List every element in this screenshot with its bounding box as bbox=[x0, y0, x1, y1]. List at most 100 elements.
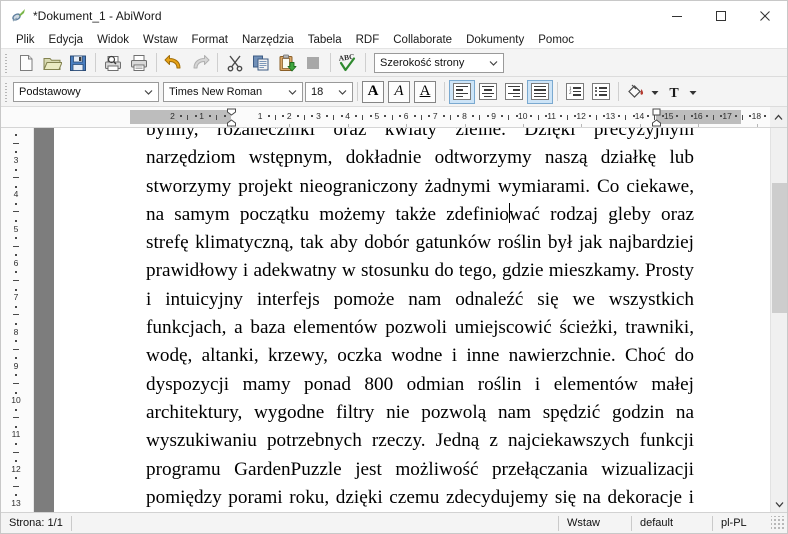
open-button[interactable] bbox=[39, 51, 65, 75]
highlight-color-dropdown[interactable] bbox=[649, 80, 661, 104]
copy-button[interactable] bbox=[248, 51, 274, 75]
bulleted-list-icon bbox=[592, 83, 610, 100]
vruler-tick-dot bbox=[15, 168, 17, 171]
vruler-tick-dot bbox=[15, 460, 17, 463]
window-controls bbox=[655, 1, 787, 31]
toolbar-grip[interactable] bbox=[3, 81, 10, 102]
copy-icon bbox=[251, 53, 271, 73]
menu-item-tabela[interactable]: Tabela bbox=[301, 31, 349, 49]
menu-bar: Plik Edycja Widok Wstaw Format Narzędzia… bbox=[1, 31, 787, 49]
align-left-button[interactable] bbox=[449, 79, 475, 104]
menu-item-wstaw[interactable]: Wstaw bbox=[136, 31, 185, 49]
ruler-tick-label: 16 bbox=[693, 111, 703, 121]
scroll-up-button[interactable] bbox=[770, 107, 787, 127]
menu-item-edycja[interactable]: Edycja bbox=[42, 31, 91, 49]
ruler-tick-label: 8 bbox=[462, 111, 467, 121]
minimize-button[interactable] bbox=[655, 1, 699, 31]
menu-item-dokumenty[interactable]: Dokumenty bbox=[459, 31, 531, 49]
format-painter-button[interactable] bbox=[300, 51, 326, 75]
vruler-tick-dot bbox=[15, 494, 17, 497]
ruler-tick-dot bbox=[588, 115, 591, 117]
redo-button[interactable] bbox=[187, 51, 213, 75]
menu-item-collaborate[interactable]: Collaborate bbox=[386, 31, 459, 49]
zoom-combo[interactable]: Szerokość strony bbox=[374, 52, 504, 73]
document-text[interactable]: byliny, różaneczniki oraz kwiaty zielne.… bbox=[146, 128, 694, 512]
toolbar-separator bbox=[156, 53, 157, 72]
vruler-tick-label: 10 bbox=[11, 395, 21, 406]
ruler-tick-dot bbox=[355, 115, 358, 117]
vruler-tick-dot bbox=[15, 271, 17, 274]
spellcheck-abc-icon: ABC bbox=[337, 53, 359, 73]
ruler-tick-dash bbox=[333, 115, 335, 120]
status-style[interactable]: default bbox=[632, 513, 712, 534]
menu-item-plik[interactable]: Plik bbox=[9, 31, 42, 49]
toolbar-grip[interactable] bbox=[3, 52, 10, 73]
menu-item-narzedzia[interactable]: Narzędzia bbox=[235, 31, 301, 49]
status-language[interactable]: pl-PL bbox=[713, 513, 771, 534]
menu-item-widok[interactable]: Widok bbox=[90, 31, 136, 49]
chevron-down-icon bbox=[288, 87, 297, 96]
right-indent-marker[interactable] bbox=[651, 108, 661, 127]
font-family-value: Times New Roman bbox=[169, 85, 263, 98]
print-button[interactable] bbox=[126, 51, 152, 75]
highlight-color-button[interactable] bbox=[623, 80, 649, 104]
toolbar-separator bbox=[618, 82, 619, 101]
ruler-tick-label: 18 bbox=[751, 111, 762, 121]
cut-button[interactable] bbox=[222, 51, 248, 75]
italic-button[interactable]: A bbox=[388, 80, 410, 103]
vertical-scrollbar[interactable] bbox=[770, 128, 787, 512]
align-justify-button[interactable] bbox=[527, 79, 553, 104]
vruler-tick-dash bbox=[13, 314, 19, 316]
menu-item-format[interactable]: Format bbox=[185, 31, 235, 49]
undo-button[interactable] bbox=[161, 51, 187, 75]
left-indent-marker[interactable] bbox=[226, 108, 236, 127]
align-center-button[interactable] bbox=[475, 80, 501, 104]
horizontal-ruler[interactable]: 2 1 1 2 3 4 5 6 7 8 9 10 11 12 13 14 15 16 17 18 bbox=[34, 107, 770, 127]
resize-grip[interactable] bbox=[771, 516, 785, 530]
menu-item-rdf[interactable]: RDF bbox=[349, 31, 387, 49]
print-preview-button[interactable] bbox=[100, 51, 126, 75]
maximize-button[interactable] bbox=[699, 1, 743, 31]
new-document-button[interactable] bbox=[13, 51, 39, 75]
align-right-icon bbox=[505, 83, 523, 100]
text-color-dropdown[interactable] bbox=[687, 80, 699, 104]
scroll-down-button[interactable] bbox=[771, 495, 788, 512]
document-page[interactable]: byliny, różaneczniki oraz kwiaty zielne.… bbox=[54, 128, 770, 512]
font-size-combo[interactable]: 18 bbox=[305, 81, 353, 102]
vertical-ruler[interactable]: 3 4 5 6 7 8 9 10 11 12 13 bbox=[1, 128, 34, 512]
ruler-bottom-mark bbox=[523, 124, 524, 127]
ruler-tick-dot bbox=[442, 115, 445, 117]
scrollbar-thumb[interactable] bbox=[772, 183, 787, 313]
align-right-button[interactable] bbox=[501, 80, 527, 104]
paragraph-style-combo[interactable]: Podstawowy bbox=[13, 81, 159, 102]
text-color-button[interactable]: T bbox=[661, 80, 687, 104]
close-button[interactable] bbox=[743, 1, 787, 31]
vruler-tick-dot bbox=[15, 185, 17, 188]
menu-item-pomoc[interactable]: Pomoc bbox=[531, 31, 581, 49]
ruler-tick-label: 1 bbox=[199, 111, 205, 121]
toolbar-separator bbox=[444, 82, 445, 101]
document-canvas[interactable]: byliny, różaneczniki oraz kwiaty zielne.… bbox=[34, 128, 770, 512]
spellcheck-button[interactable]: ABC bbox=[335, 51, 361, 75]
ruler-tick-label: 5 bbox=[374, 111, 380, 121]
vruler-tick-dot bbox=[15, 254, 17, 257]
underline-button[interactable]: A bbox=[414, 80, 436, 103]
save-button[interactable] bbox=[65, 51, 91, 75]
ruler-tick-label: 10 bbox=[518, 111, 528, 121]
abiword-window: *Dokument_1 - AbiWord Plik Edycja Widok … bbox=[0, 0, 788, 534]
vruler-tick-dot bbox=[15, 357, 17, 360]
print-preview-icon bbox=[103, 53, 123, 73]
status-insert-mode[interactable]: Wstaw bbox=[559, 513, 631, 534]
vruler-tick-dot bbox=[15, 134, 17, 137]
ruler-tick-dot bbox=[296, 115, 299, 117]
numbered-list-button[interactable]: 12 bbox=[562, 80, 588, 104]
ruler-tick-dash bbox=[596, 115, 597, 120]
redo-arrow-icon bbox=[190, 53, 210, 73]
bulleted-list-button[interactable] bbox=[588, 80, 614, 104]
vruler-tick-dot bbox=[15, 442, 17, 445]
vruler-tick-dot bbox=[15, 425, 17, 428]
paste-button[interactable] bbox=[274, 51, 300, 75]
vruler-tick-dash bbox=[13, 485, 19, 487]
bold-button[interactable]: A bbox=[362, 80, 384, 103]
font-family-combo[interactable]: Times New Roman bbox=[163, 81, 303, 102]
